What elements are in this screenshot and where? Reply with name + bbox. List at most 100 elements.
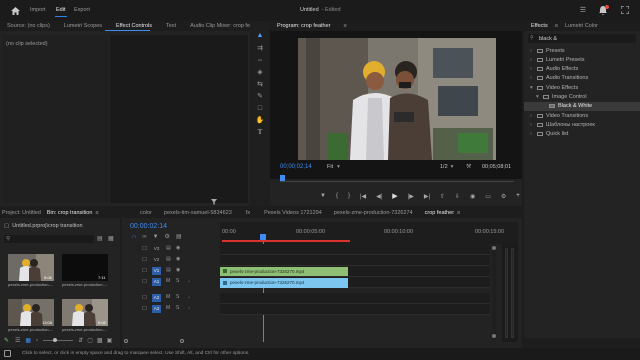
tab-sequence-tim-samuel[interactable]: pexels-tim-samuel-5834623 [158,210,238,216]
lock-icon[interactable]: ☐ [142,268,147,274]
lock-icon[interactable]: ☐ [142,306,147,312]
mark-in-icon[interactable]: { [336,193,338,199]
sync-lock-icon[interactable]: ▤ [166,267,171,273]
track-header-v3[interactable]: ☐ V3 ▤ ◉ [122,244,220,254]
tab-sequence-zme-production[interactable]: pexels-zme-production-7326274 [328,210,419,216]
new-bin-icon[interactable]: ▤ [97,235,103,242]
lock-icon[interactable]: ☐ [142,246,147,252]
microphone-icon[interactable]: ♩ [188,294,193,300]
menu-import[interactable]: Import [30,7,46,13]
time-ruler[interactable]: 00:00 00:00:05:00 00:00:10:00 00:00:15:0… [220,222,518,244]
add-button-icon[interactable]: + [516,193,520,199]
slip-tool-icon[interactable]: ⇆ [255,79,265,89]
tab-text[interactable]: Text [159,23,183,29]
go-to-out-icon[interactable]: ▶| [424,193,430,200]
effects-tree-item[interactable]: Black & White [524,101,640,111]
track-header-a3[interactable]: ☐ A3 M S ♩ [122,304,220,314]
settings-icon[interactable]: ⚙ [501,193,506,200]
effects-tree-item[interactable]: › Audio Transitions [524,74,640,83]
track-target[interactable]: V3 [152,245,161,253]
menu-edit[interactable]: Edit [56,7,65,13]
video-clip[interactable]: pexels-zme-production-7326270.mp4 [220,267,348,276]
eye-icon[interactable]: ◉ [176,256,180,262]
mute-icon[interactable]: M [166,294,170,300]
new-item-icon[interactable]: ▩ [97,337,103,344]
effects-tree-item[interactable]: ▾ Image Control [524,93,640,102]
tab-audio-clip-mixer[interactable]: Audio Clip Mixer: crop fe [183,23,257,29]
razor-tool-icon[interactable]: ◈ [255,67,265,77]
solo-icon[interactable]: S [176,294,179,300]
work-area-bar[interactable] [222,240,350,242]
linked-selection-icon[interactable]: ∞ [142,234,146,240]
effects-tree-item[interactable]: › Presets [524,46,640,55]
pencil-icon[interactable]: ✎ [4,337,9,344]
lock-icon[interactable]: ☐ [142,257,147,263]
tab-sequence-pexels-videos[interactable]: Pexels Videos 1721294 [258,210,328,216]
captions-icon[interactable]: ▤ [176,233,182,240]
mark-out-icon[interactable]: } [348,193,350,199]
extract-icon[interactable]: ⇩ [455,193,460,200]
type-tool-icon[interactable]: T [255,127,265,137]
lock-icon[interactable]: ☐ [142,295,147,301]
lock-icon[interactable]: ☐ [142,279,147,285]
project-search[interactable]: ⚲ [4,235,94,243]
tab-sequence-crop-feather[interactable]: crop feather [419,210,457,216]
effects-tree-item[interactable]: › Шаблоны настроек [524,120,640,129]
add-marker-icon[interactable]: ▼ [320,193,326,199]
playhead-marker[interactable] [280,175,285,181]
timeline-h-scrollbar[interactable] [124,339,184,343]
timeline-v-scrollbar[interactable] [492,244,496,342]
search-input[interactable]: black & [539,36,557,42]
go-to-in-icon[interactable]: |◀ [360,193,366,200]
thumb-2[interactable]: 7:11 pexels-zme-production-... [62,254,108,287]
microphone-icon[interactable]: ♩ [188,278,193,284]
tab-project[interactable]: Project: Untitled [0,210,44,216]
mute-icon[interactable]: M [166,305,170,311]
rectangle-tool-icon[interactable]: □ [255,103,265,113]
track-target[interactable]: A2 [152,294,161,302]
solo-icon[interactable]: S [176,278,179,284]
resolution-select[interactable]: 1/2 ▾ [440,164,453,170]
timeline-menu-icon[interactable]: ≡ [457,210,460,216]
program-scrubber[interactable] [280,175,514,182]
bin-folder-icon[interactable]: ▢ [87,337,93,344]
icon-view-icon[interactable]: ▦ [25,337,31,344]
find-icon[interactable]: ▦ [108,235,114,242]
step-forward-icon[interactable]: |▶ [408,193,414,200]
freeform-view-icon[interactable]: ▫ [36,338,38,344]
home-icon[interactable] [10,6,20,16]
track-header-a1[interactable]: ☐ A1 M S ♩ [122,277,220,287]
program-menu-icon[interactable]: ≡ [344,23,347,29]
track-header-v1[interactable]: ☐ V1 ▤ ◉ [122,266,220,276]
add-marker-icon[interactable]: ▼ [153,234,159,240]
thumb-4[interactable]: 5:08 pexels-zme-production-... [62,299,108,332]
project-menu-icon[interactable]: ≡ [95,210,98,216]
effects-tree-item[interactable]: ▾ Video Effects [524,83,640,92]
tab-lumetri-color[interactable]: Lumetri Color [558,23,605,29]
solo-icon[interactable]: S [176,305,179,311]
step-back-icon[interactable]: ◀| [376,193,382,200]
track-header-a2[interactable]: ☐ A2 M S ♩ [122,293,220,303]
effects-tree-item[interactable]: › Video Transitions [524,111,640,120]
wrench-icon[interactable]: ⚒ [466,163,471,170]
tab-sequence-color[interactable]: color [122,210,158,216]
timeline-playhead[interactable] [260,234,266,240]
track-target[interactable]: V1 [152,267,161,275]
effects-tree-item[interactable]: › Quick list [524,130,640,139]
track-target[interactable]: A3 [152,305,161,313]
hand-tool-icon[interactable]: ✋ [255,115,265,125]
tab-effects[interactable]: Effects [524,23,555,29]
snap-icon[interactable]: ∩ [132,234,136,240]
microphone-icon[interactable]: ♩ [188,305,193,311]
effects-tree-item[interactable]: › Audio Effects [524,65,640,74]
zoom-slider[interactable] [43,338,74,342]
track-select-tool-icon[interactable]: ⇉ [255,43,265,53]
pen-tool-icon[interactable]: ✎ [255,91,265,101]
lift-icon[interactable]: ⇧ [440,193,445,200]
tab-sequence-fx[interactable]: fx [238,210,258,216]
fullscreen-icon[interactable] [620,5,629,14]
trash-icon[interactable]: ▣ [107,337,113,344]
menu-export[interactable]: Export [74,7,90,13]
play-icon[interactable]: ▶ [392,192,397,200]
track-target[interactable]: A1 [152,278,161,286]
